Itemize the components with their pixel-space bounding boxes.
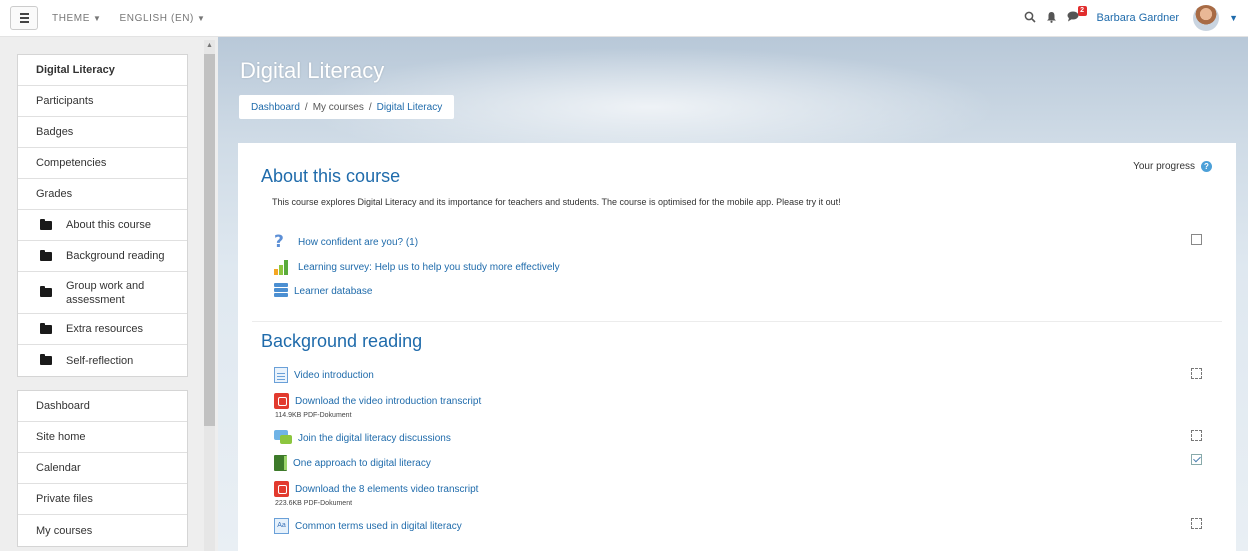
nav-item-section-group-work[interactable]: Group work and assessment [18, 272, 187, 314]
nav-item-section-self-reflection[interactable]: Self-reflection [18, 345, 187, 376]
nav-item-participants[interactable]: Participants [18, 86, 187, 117]
course-nav: Digital Literacy Participants Badges Com… [17, 54, 188, 377]
drawer-scrollbar[interactable]: ▲ [204, 40, 215, 551]
folder-icon [40, 249, 52, 261]
nav-item-my-courses[interactable]: My courses [18, 515, 187, 546]
activity-glossary[interactable]: Aa Common terms used in digital literacy [274, 518, 462, 534]
folder-icon [40, 218, 52, 230]
site-nav: Dashboard Site home Calendar Private fil… [17, 390, 188, 547]
section-title-about[interactable]: About this course [261, 166, 400, 187]
nav-item-section-about[interactable]: About this course [18, 210, 187, 241]
forum-icon [274, 430, 292, 446]
activity-survey[interactable]: Learning survey: Help us to help you stu… [274, 259, 560, 275]
section-summary: This course explores Digital Literacy an… [272, 197, 841, 207]
nav-item-private-files[interactable]: Private files [18, 484, 187, 515]
nav-item-badges[interactable]: Badges [18, 117, 187, 148]
quiz-icon: ? [274, 232, 284, 252]
caret-down-icon[interactable]: ▼ [1229, 13, 1238, 23]
page-title: Digital Literacy [240, 58, 385, 83]
survey-icon [274, 259, 292, 275]
file-meta: 223.6KB PDF-Dokument [275, 500, 353, 507]
activity-pdf-transcript[interactable]: Download the video introduction transcri… [274, 393, 481, 409]
file-meta: 114.9KB PDF-Dokument [275, 412, 352, 419]
scrollbar-thumb[interactable] [204, 54, 215, 426]
breadcrumb: Dashboard / My courses / Digital Literac… [239, 95, 455, 119]
folder-icon [40, 354, 52, 365]
page-icon [274, 367, 288, 383]
nav-item-competencies[interactable]: Competencies [18, 148, 187, 179]
breadcrumb-course[interactable]: Digital Literacy [377, 102, 443, 113]
activity-quiz[interactable]: ? How confident are you? (1) [274, 232, 418, 252]
folder-icon [40, 286, 52, 297]
top-navbar: THEME ▼ ENGLISH (EN) ▼ 2 Barbara Gardner ▼ [0, 0, 1248, 37]
pdf-icon [274, 481, 289, 497]
nav-drawer: Digital Literacy Participants Badges Com… [0, 37, 218, 551]
theme-menu[interactable]: THEME ▼ [52, 13, 102, 24]
user-name[interactable]: Barbara Gardner [1097, 12, 1180, 24]
breadcrumb-my-courses[interactable]: My courses [313, 102, 364, 113]
avatar[interactable] [1193, 5, 1220, 31]
language-menu[interactable]: ENGLISH (EN) ▼ [120, 13, 206, 24]
folder-icon [40, 322, 52, 334]
activity-book[interactable]: One approach to digital literacy [274, 455, 431, 471]
nav-item-course[interactable]: Digital Literacy [18, 55, 187, 86]
book-icon [274, 455, 287, 471]
completion-checkbox[interactable] [1191, 234, 1202, 245]
pdf-icon [274, 393, 289, 409]
hamburger-icon [19, 13, 29, 15]
scroll-up-icon[interactable]: ▲ [206, 42, 213, 49]
activity-page[interactable]: Video introduction [274, 367, 374, 383]
database-icon [274, 283, 288, 299]
completion-checkbox-checked[interactable] [1191, 454, 1202, 465]
help-icon[interactable]: ? [1201, 161, 1212, 172]
notifications-bell-icon[interactable] [1046, 11, 1057, 26]
course-content: Your progress ? About this course This c… [238, 143, 1236, 551]
breadcrumb-dashboard[interactable]: Dashboard [251, 102, 300, 113]
nav-item-section-extra[interactable]: Extra resources [18, 314, 187, 345]
glossary-icon: Aa [274, 518, 289, 534]
caret-down-icon: ▼ [196, 13, 206, 23]
nav-item-dashboard[interactable]: Dashboard [18, 391, 187, 422]
completion-checkbox[interactable] [1191, 368, 1202, 379]
activity-forum[interactable]: Join the digital literacy discussions [274, 430, 451, 446]
messages-button[interactable]: 2 [1067, 6, 1087, 25]
section-divider [252, 321, 1222, 322]
nav-item-site-home[interactable]: Site home [18, 422, 187, 453]
completion-checkbox[interactable] [1191, 518, 1202, 529]
nav-item-calendar[interactable]: Calendar [18, 453, 187, 484]
drawer-toggle-button[interactable] [10, 6, 38, 30]
activity-pdf-8-elements[interactable]: Download the 8 elements video transcript [274, 481, 478, 497]
section-title-background[interactable]: Background reading [261, 331, 422, 352]
completion-checkbox[interactable] [1191, 430, 1202, 441]
activity-database[interactable]: Learner database [274, 283, 372, 299]
nav-item-section-background[interactable]: Background reading [18, 241, 187, 272]
caret-down-icon: ▼ [93, 13, 102, 23]
search-icon[interactable] [1024, 11, 1036, 26]
progress-info: Your progress ? [1133, 161, 1212, 172]
message-count-badge: 2 [1077, 6, 1087, 16]
nav-item-grades[interactable]: Grades [18, 179, 187, 210]
navbar-right: 2 Barbara Gardner ▼ [1024, 5, 1238, 31]
